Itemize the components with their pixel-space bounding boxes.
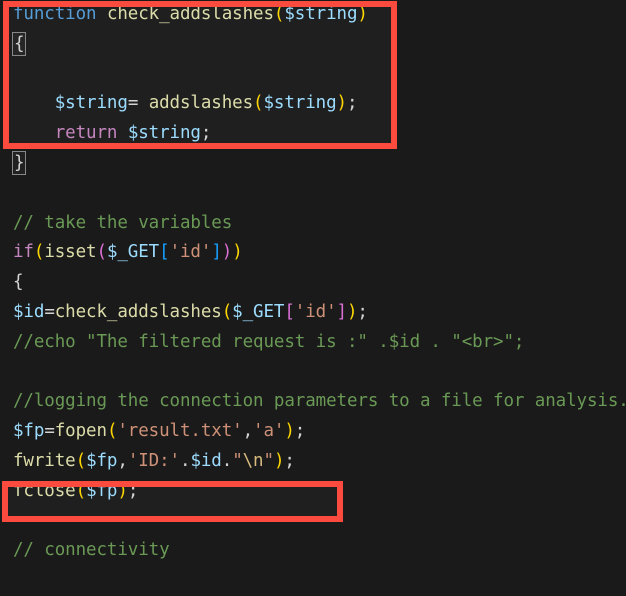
token-paren-close: ) [273,450,285,471]
token-paren-close: ) [284,421,295,442]
token-operator-assign: = [44,301,55,322]
code-line-10[interactable]: { [0,268,626,298]
code-line-20-blank[interactable] [0,566,626,596]
token-paren-open: ( [75,480,87,501]
token-comment-echo: //echo "The filtered request is :" .$id … [13,331,525,352]
token-variable-id: $id [190,450,222,471]
token-function-fopen: fopen [54,421,107,442]
token-concat-dot: . [180,450,191,471]
token-string-id: 'id' [169,242,212,263]
token-paren-close-1: ) [232,242,243,263]
token-superglobal-get: $_GET [106,242,160,263]
token-function-name-check-addslashes: check_addslashes [106,4,274,24]
token-keyword-function: function [13,4,97,24]
code-line-11[interactable]: $id=check_addslashes($_GET['id']); [0,298,626,328]
token-quote-close: " [263,450,275,471]
code-line-17[interactable]: fclose($fp); [0,477,626,507]
token-paren-close: ) [117,480,128,501]
code-line-5[interactable]: return $string; [0,119,626,149]
token-operator-assign: = [127,93,149,114]
code-line-9[interactable]: if(isset($_GET['id'])) [0,238,626,268]
token-bracket-open: [ [159,242,170,263]
code-line-19[interactable]: // connectivity [0,536,626,566]
token-bracket-close: ] [211,242,222,263]
token-semicolon: ; [200,123,212,144]
token-comment-connectivity: // connectivity [13,540,170,561]
token-comment-take-variables: // take the variables [13,212,233,233]
token-variable-id: $id [13,301,45,322]
token-variable-fp: $fp [86,480,118,501]
token-variable-fp: $fp [86,450,118,471]
token-bracket-close: ] [336,301,348,322]
token-variable-string: $string [284,4,358,24]
token-paren-close: ) [357,4,368,24]
token-keyword-if: if [13,242,34,263]
token-string-mode-a: 'a' [253,421,285,442]
token-function-addslashes: addslashes [148,93,254,114]
token-paren-close: ) [336,93,348,114]
code-line-2[interactable]: { [0,30,626,60]
token-keyword-return: return [54,123,118,144]
code-screenshot: function check_addslashes($string) { $st… [0,0,626,596]
token-function-fclose: fclose [13,480,76,501]
token-variable-fp: $fp [13,421,45,442]
code-editor-content[interactable]: function check_addslashes($string) { $st… [0,0,626,596]
code-line-13-blank[interactable] [0,358,626,388]
token-paren-open: ( [106,421,118,442]
token-escape-newline: \n [242,450,264,471]
token-semicolon: ; [357,301,368,322]
token-comma: , [242,421,254,442]
token-string-id-label: 'ID:' [127,450,180,471]
token-call-check-addslashes: check_addslashes [54,301,222,322]
code-line-12[interactable]: //echo "The filtered request is :" .$id … [0,328,626,358]
token-brace-open-if: { [13,272,24,293]
code-line-6[interactable]: } [0,149,626,179]
token-brace-close-matched: } [11,150,27,175]
token-semicolon: ; [284,450,295,471]
token-paren-open: ( [273,4,285,24]
token-concat-dot: . [221,450,233,471]
code-line-7-blank[interactable] [0,179,626,209]
token-paren-open-1: ( [33,242,45,263]
token-paren-open-2: ( [96,242,108,263]
token-variable-string-assign: $string [54,93,128,114]
token-variable-string-arg: $string [263,93,337,114]
token-paren-open: ( [75,450,87,471]
code-line-3-blank[interactable] [0,60,626,90]
token-semicolon: ; [346,93,358,114]
code-line-15[interactable]: $fp=fopen('result.txt','a'); [0,417,626,447]
token-operator-assign: = [44,421,55,442]
token-function-isset: isset [44,242,97,263]
token-string-result-txt: 'result.txt' [117,421,243,442]
token-function-fwrite: fwrite [13,450,76,471]
code-line-8[interactable]: // take the variables [0,209,626,239]
token-paren-open-1: ( [221,301,233,322]
token-comma: , [117,450,128,471]
token-semicolon: ; [294,421,306,442]
token-paren-close-1: ) [346,301,358,322]
token-comment-logging: //logging the connection parameters to a… [13,391,626,412]
token-semicolon: ; [127,480,139,501]
code-line-1[interactable]: function check_addslashes($string) [0,0,626,30]
token-paren-open: ( [253,93,264,114]
code-line-18-blank[interactable] [0,507,626,537]
token-superglobal-get: $_GET [232,301,285,322]
token-variable-string-returned: $string [127,123,201,144]
token-string-id: 'id' [294,301,337,322]
code-line-14[interactable]: //logging the connection parameters to a… [0,387,626,417]
token-bracket-open: [ [284,301,295,322]
code-line-4[interactable]: $string= addslashes($string); [0,89,626,119]
token-paren-close-2: ) [221,242,233,263]
code-line-16[interactable]: fwrite($fp,'ID:'.$id."\n"); [0,447,626,477]
token-brace-open-matched: { [11,31,27,56]
token-quote-open: " [232,450,243,471]
